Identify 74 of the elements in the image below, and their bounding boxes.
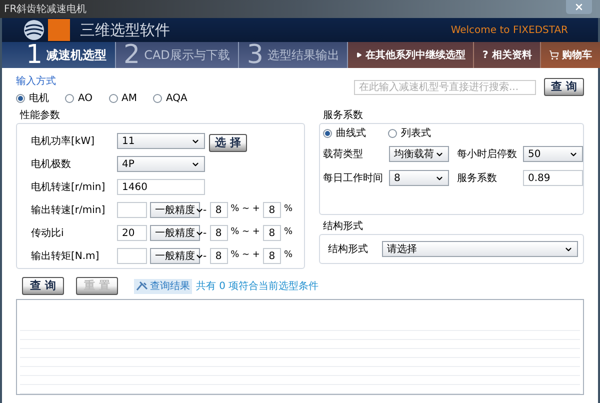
field-label: 每日工作时间 <box>323 172 384 186</box>
radio-button[interactable] <box>65 94 74 103</box>
search-field[interactable]: 在此输入减速机型号直接进行搜索... <box>354 80 536 94</box>
dropdown[interactable]: 一般精度 <box>150 202 200 218</box>
minus-sign: - <box>203 250 207 264</box>
dropdown[interactable]: 请选择 <box>382 241 578 257</box>
close-button[interactable] <box>566 0 592 14</box>
group-title: 结构形式 <box>323 220 364 234</box>
field-label: 结构形式 <box>328 242 368 256</box>
radio-button[interactable] <box>108 94 118 103</box>
range-sign: % ~ + <box>230 249 260 262</box>
welcome-text: Welcome to FIXEDSTAR <box>450 24 568 38</box>
radio-label: 列表式 <box>401 126 431 141</box>
radio-label: AQA <box>166 92 188 106</box>
choose-button[interactable]: 选 择 <box>209 134 247 152</box>
field-label: 载荷类型 <box>323 148 364 162</box>
tolerance-field[interactable]: 8 <box>262 225 281 241</box>
query-button[interactable]: 查 询 <box>544 78 584 96</box>
dropdown[interactable]: 8 <box>389 170 449 186</box>
dropdown[interactable]: 一般精度 <box>150 248 200 264</box>
section-label: 输入方式 <box>16 74 57 89</box>
radio-label: AM <box>122 92 138 106</box>
query-button[interactable]: 查 询 <box>22 277 64 295</box>
field-label: 电机功率[kW] <box>31 134 96 148</box>
group-title: 服务系数 <box>323 108 364 123</box>
tolerance-field[interactable]: 8 <box>210 248 228 264</box>
tolerance-field[interactable]: 8 <box>262 202 281 218</box>
tools-icon <box>136 281 148 291</box>
minus-sign: - <box>203 226 207 240</box>
radio-label: AO <box>78 92 93 106</box>
logo-icon <box>24 18 72 42</box>
input-field[interactable] <box>117 202 147 218</box>
radio-label: 电机 <box>29 92 49 106</box>
tolerance-field[interactable]: 8 <box>210 225 228 241</box>
window-title: FR斜齿轮减速电机 <box>4 2 87 16</box>
dropdown[interactable]: 50 <box>523 146 583 162</box>
field-label: 输出转速[r/min] <box>31 204 106 218</box>
percent-sign: % <box>284 249 293 262</box>
field-label: 输出转矩[N.m] <box>31 250 100 264</box>
field-label: 服务系数 <box>456 172 498 186</box>
arrow-icon <box>356 52 362 58</box>
range-sign: % ~ + <box>230 226 260 240</box>
range-sign: % ~ + <box>230 203 260 216</box>
dropdown[interactable]: 4P <box>117 156 205 172</box>
nav-link[interactable]: 购物车 <box>540 42 600 68</box>
radio-button[interactable] <box>153 94 162 103</box>
radio-button[interactable] <box>16 94 25 103</box>
group-title: 性能参数 <box>20 108 61 123</box>
input-field[interactable]: 1460 <box>117 179 205 195</box>
field-label: 电机转速[r/min] <box>31 180 106 194</box>
radio-button[interactable] <box>388 129 397 138</box>
field-label: 每小时启停数 <box>456 148 518 162</box>
nav-link[interactable]: ? 相关资料 <box>474 42 541 68</box>
minus-sign: - <box>203 204 207 218</box>
input-field[interactable] <box>117 248 147 264</box>
result-tag: 查询结果 <box>134 278 192 294</box>
dropdown[interactable]: 一般精度 <box>150 225 200 241</box>
percent-sign: % <box>284 203 293 216</box>
nav-link[interactable]: 在其他系列中继续选型 <box>348 42 474 68</box>
radio-label: 曲线式 <box>336 126 366 141</box>
app-title: 三维选型软件 <box>80 20 170 41</box>
tolerance-field[interactable]: 8 <box>210 202 228 218</box>
cart-icon <box>548 50 559 60</box>
dropdown[interactable]: 均衡载荷 <box>389 146 449 162</box>
input-field[interactable]: 0.89 <box>523 170 583 186</box>
dropdown[interactable]: 11 <box>117 133 205 149</box>
field-label: 传动比i <box>31 226 65 240</box>
close-icon <box>574 2 584 12</box>
field-label: 电机极数 <box>31 158 72 172</box>
percent-sign: % <box>284 226 293 240</box>
tolerance-field[interactable]: 8 <box>262 248 281 264</box>
result-summary: 共有 0 项符合当前选型条件 <box>196 280 319 294</box>
input-field[interactable]: 20 <box>117 225 147 241</box>
radio-button[interactable] <box>323 129 332 138</box>
